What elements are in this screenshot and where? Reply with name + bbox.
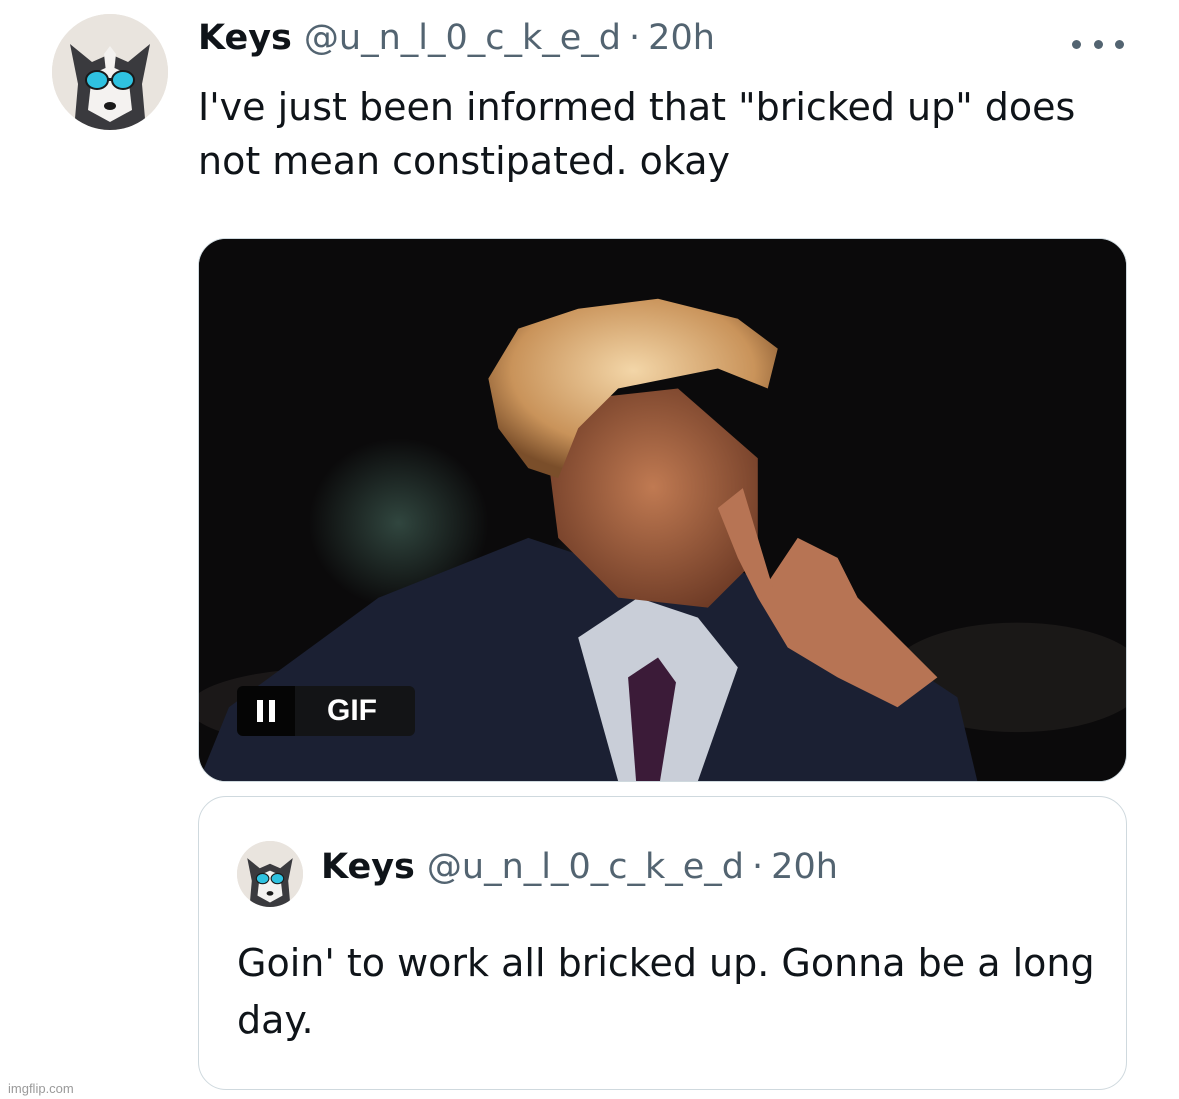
gif-badge: GIF	[237, 686, 415, 736]
tweet: Keys @u_n_l_0_c_k_e_d · 20h I've just be…	[0, 0, 1179, 1099]
quoted-tweet-timestamp[interactable]: 20h	[771, 847, 838, 887]
tweet-timestamp[interactable]: 20h	[648, 18, 715, 58]
more-options-icon[interactable]	[1072, 34, 1124, 54]
tweet-text: I've just been informed that "bricked up…	[198, 85, 1076, 183]
author-name[interactable]: Keys	[198, 18, 292, 58]
quoted-author-avatar[interactable]	[237, 841, 303, 907]
watermark: imgflip.com	[8, 1081, 74, 1096]
more-dot	[1093, 39, 1103, 49]
separator-dot: ·	[629, 18, 641, 58]
more-dot	[1072, 39, 1081, 49]
gif-media[interactable]: GIF	[198, 238, 1127, 782]
tweet-header: Keys @u_n_l_0_c_k_e_d · 20h	[198, 18, 715, 68]
quoted-tweet[interactable]: Keys @u_n_l_0_c_k_e_d · 20h Goin' to wor…	[198, 796, 1127, 1090]
quoted-author-name[interactable]: Keys	[321, 847, 415, 887]
separator-dot: ·	[752, 847, 764, 887]
author-avatar[interactable]	[52, 14, 168, 130]
husky-avatar-icon	[237, 841, 303, 907]
husky-avatar-icon	[52, 14, 168, 130]
quoted-author-handle[interactable]: @u_n_l_0_c_k_e_d	[427, 847, 744, 887]
quoted-tweet-text: Goin' to work all bricked up. Gonna be a…	[237, 941, 1095, 1042]
pause-icon[interactable]	[237, 686, 295, 736]
quoted-tweet-header: Keys @u_n_l_0_c_k_e_d · 20h	[321, 847, 838, 897]
author-handle[interactable]: @u_n_l_0_c_k_e_d	[304, 18, 621, 58]
more-dot	[1115, 39, 1124, 49]
gif-label: GIF	[295, 686, 415, 736]
